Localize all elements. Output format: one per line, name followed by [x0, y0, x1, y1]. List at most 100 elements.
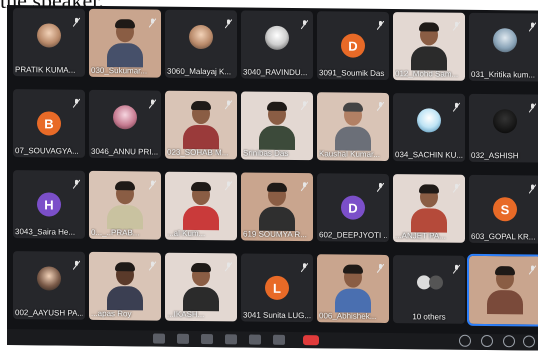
participant-name: 3060_Malayaj K... [167, 66, 232, 77]
participant-video [409, 182, 449, 233]
meeting-gallery-view: PRATIK KUMA... 030_Sukumar... 3060_Malay… [7, 5, 538, 351]
profile-picture [265, 25, 289, 50]
participant-name: 034_SACHIN KU... [395, 150, 463, 160]
avatar-initial: B [37, 111, 61, 136]
mic-muted-icon [528, 261, 537, 275]
participant-tile[interactable]: 034_SACHIN KU... [393, 93, 465, 162]
participant-tile[interactable]: 10 others [393, 255, 465, 324]
mic-muted-icon [300, 259, 309, 273]
participant-name: 012_Mohd Sam... [395, 69, 459, 79]
avatar-initial: D [341, 33, 365, 58]
mic-muted-icon [452, 261, 461, 274]
profile-picture [493, 28, 517, 53]
profile-picture [493, 109, 517, 134]
mic-muted-icon [300, 16, 309, 30]
active-speaker-tile[interactable] [467, 253, 538, 327]
participant-video [257, 100, 297, 151]
mic-muted-icon [72, 176, 81, 190]
participant-name: ...IKASH... [167, 309, 205, 320]
mic-muted-icon [224, 96, 233, 110]
mic-muted-icon [148, 257, 157, 271]
mic-muted-icon [376, 98, 385, 112]
participant-name: 619 SOUMYA R... [243, 229, 307, 240]
mic-muted-icon [300, 178, 309, 192]
participant-tile[interactable]: Kaushal Kumar... [317, 92, 389, 162]
mic-muted-icon [224, 15, 233, 29]
participant-tile[interactable]: 3046_ANNU PRI... [89, 89, 161, 159]
reactions-button[interactable] [225, 334, 237, 345]
mic-muted-icon [376, 179, 385, 193]
participant-tile[interactable]: 006_Abhishek... [317, 254, 389, 324]
mic-muted-icon [72, 95, 81, 109]
participant-tile[interactable]: L 3041 Sunita LUG... [241, 253, 313, 323]
profile-picture [37, 23, 61, 48]
participant-tile[interactable]: 3060_Malayaj K... [165, 9, 237, 79]
participant-tile[interactable]: 012_Mohd Sam... [393, 12, 465, 81]
participant-tile[interactable]: 619 SOUMYA R... [241, 172, 313, 242]
mic-muted-icon [224, 177, 233, 191]
raise-hand-button[interactable] [249, 334, 261, 345]
mic-muted-icon [452, 180, 461, 193]
profile-picture [189, 24, 213, 50]
participant-video [409, 20, 449, 71]
participant-video [105, 17, 145, 68]
participant-video [333, 262, 373, 313]
participant-name: ...al Kum... [167, 228, 206, 239]
profile-picture [417, 108, 441, 133]
participant-tile[interactable]: 031_Kritika kum... [469, 12, 538, 82]
participant-tile[interactable]: ...ANJET PA... [393, 174, 465, 243]
participant-tile[interactable]: B 07_SOUVAGYA... [13, 89, 85, 158]
participant-name: 002_AAYUSH PA... [15, 308, 83, 318]
participant-tile[interactable]: ...IKASH... [165, 252, 237, 322]
participant-name: 0..._..PRAB... [91, 227, 140, 238]
more-options-button[interactable] [273, 334, 285, 345]
mic-muted-icon [72, 14, 81, 28]
mic-muted-icon [148, 95, 157, 109]
info-icon[interactable] [459, 334, 471, 347]
participant-tile[interactable]: 002_AAYUSH PA... [13, 251, 85, 320]
participant-tile[interactable]: 3040_RAVINDU... [241, 10, 313, 80]
mic-muted-icon [72, 257, 81, 271]
avatar-initial: L [265, 275, 289, 300]
profile-picture [113, 105, 137, 130]
participant-tile[interactable]: S 603_GOPAL KR... [469, 174, 538, 244]
participant-video [105, 179, 145, 230]
participant-tile[interactable]: ...al Kum... [165, 171, 237, 241]
participant-name: 3040_RAVINDU... [243, 67, 308, 78]
participant-tile[interactable]: D 602_DEEPJYOTI ... [317, 173, 389, 243]
participant-tile[interactable]: ...apas Roy [89, 251, 161, 321]
participant-name: 032_ASHISH [471, 150, 519, 161]
mic-muted-icon [528, 18, 537, 32]
mic-muted-icon [376, 260, 385, 274]
participant-tile[interactable]: D 3091_Soumik Das [317, 11, 389, 81]
mic-muted-icon [528, 99, 537, 113]
participant-tile[interactable]: 0..._..PRAB... [89, 170, 161, 240]
avatar-initial: D [341, 195, 365, 220]
participant-name: Kaushal Kumar... [319, 149, 380, 159]
participant-tile[interactable]: PRATIK KUMA... [13, 8, 85, 77]
mic-muted-icon [452, 99, 461, 112]
camera-button[interactable] [177, 333, 189, 344]
activities-icon[interactable] [523, 335, 535, 348]
participant-tile[interactable]: 032_ASHISH [469, 93, 538, 163]
share-button[interactable] [201, 334, 213, 345]
participant-video [181, 99, 221, 150]
mic-button[interactable] [153, 333, 165, 344]
participant-tile[interactable]: H 3043_Saira He... [13, 170, 85, 239]
mic-muted-icon [148, 14, 157, 28]
mic-muted-icon [148, 176, 157, 190]
participant-name: 3091_Soumik Das [319, 68, 385, 78]
participant-tile[interactable]: 030_Sukumar... [89, 8, 161, 78]
participant-name: 3043_Saira He... [15, 227, 76, 237]
people-icon[interactable] [481, 334, 493, 348]
avatar-initial: S [493, 197, 517, 222]
participant-tile[interactable]: 023_SOHAB M... [165, 90, 237, 160]
mic-muted-icon [376, 17, 385, 31]
participant-name: 3041 Sunita LUG... [243, 310, 311, 321]
leave-call-button[interactable] [303, 335, 319, 346]
participant-tile[interactable]: Srinibas Das [241, 91, 313, 161]
participant-video [105, 260, 145, 311]
participant-video [485, 264, 525, 315]
avatar-initial: H [37, 192, 61, 217]
chat-icon[interactable] [503, 335, 515, 348]
